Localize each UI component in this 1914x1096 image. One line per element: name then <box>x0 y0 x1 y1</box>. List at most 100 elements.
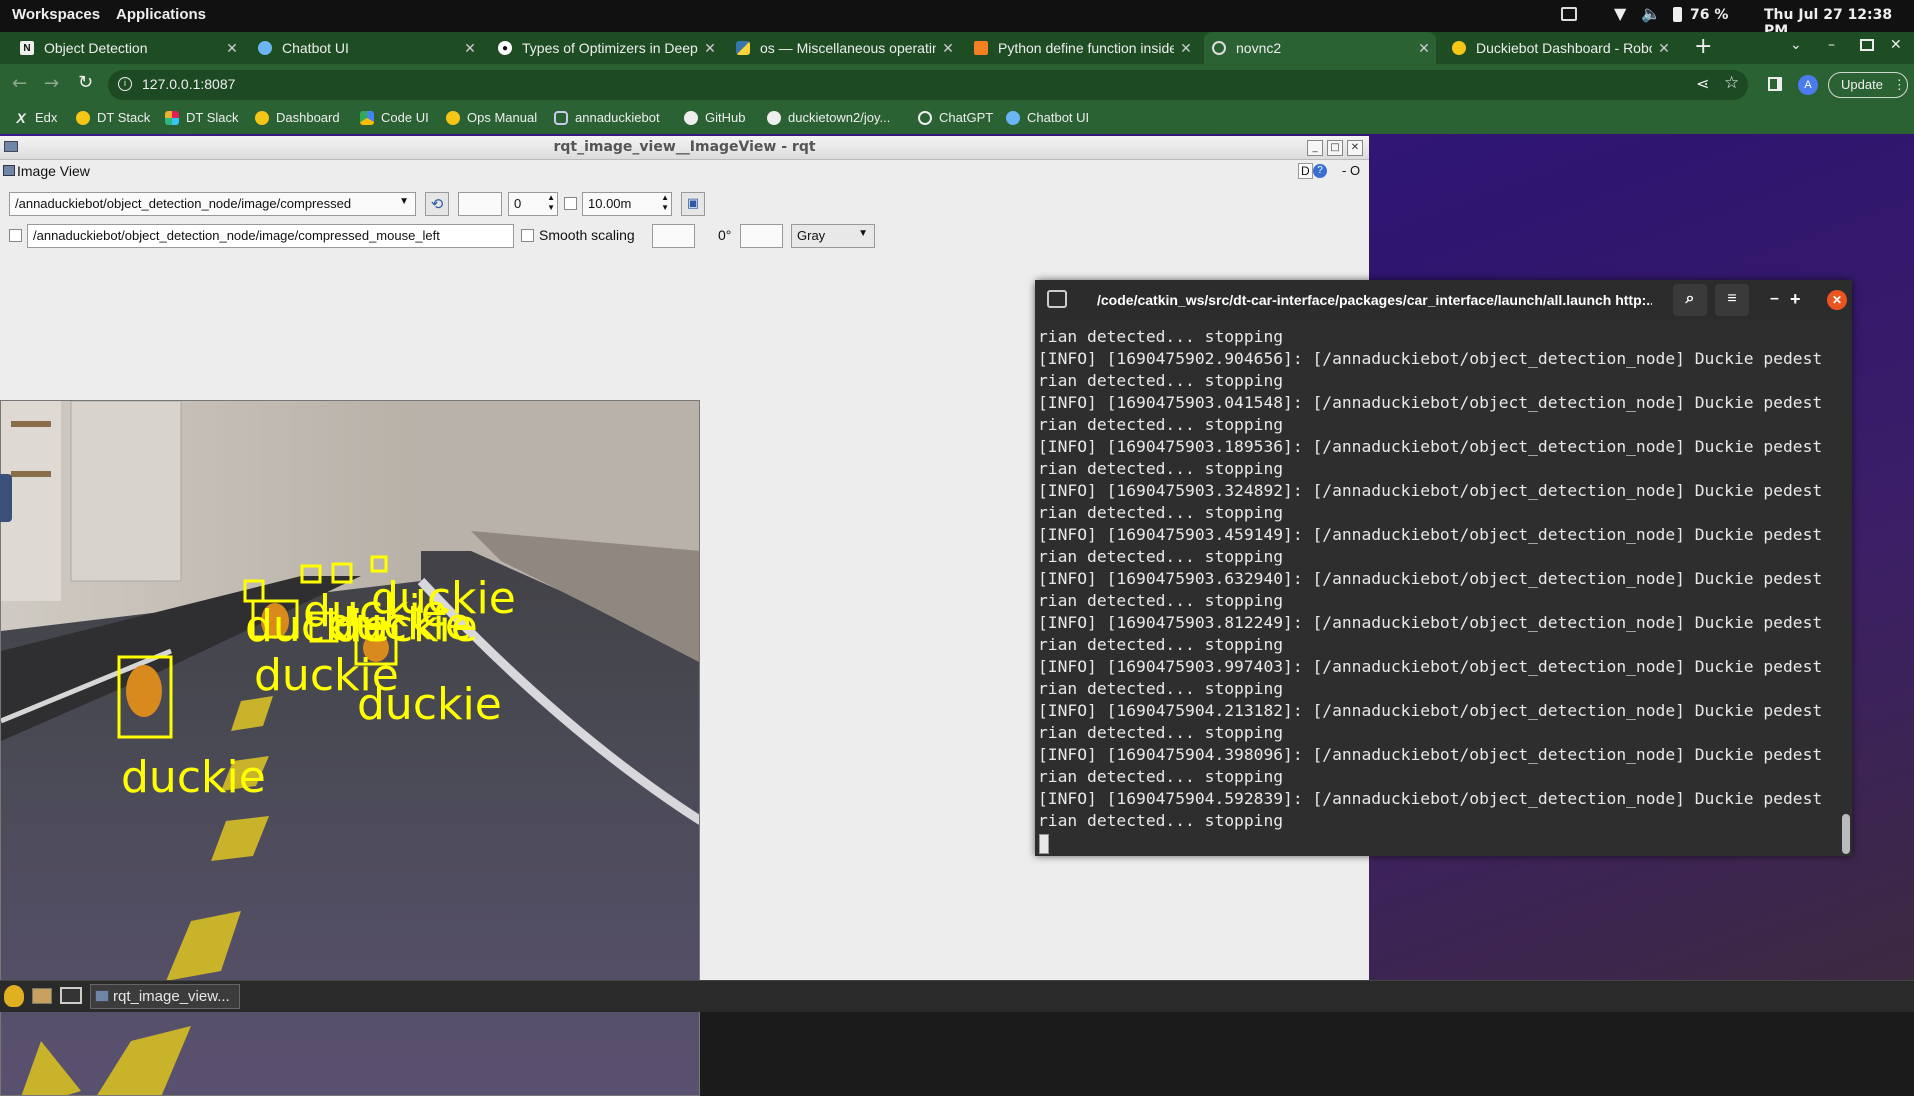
close-tab-icon[interactable]: ✕ <box>698 40 722 57</box>
volume-icon[interactable]: 🔈 <box>1641 4 1661 23</box>
close-terminal-button[interactable]: ✕ <box>1827 290 1847 310</box>
spin-arrows-icon[interactable]: ▲ ▼ <box>661 193 669 213</box>
bookmark-dt-stack[interactable]: DT Stack <box>76 110 150 125</box>
workspaces-menu[interactable]: Workspaces <box>12 6 100 23</box>
bookmark-dashboard[interactable]: Dashboard <box>255 110 340 125</box>
tab-search-icon[interactable]: ⌄ <box>1790 37 1802 53</box>
bookmark-label: DT Stack <box>97 110 151 125</box>
minimize-terminal-button[interactable]: – <box>1770 290 1779 308</box>
drive-icon <box>360 110 374 125</box>
new-tab-button[interactable]: + <box>1694 34 1712 59</box>
duck-icon[interactable] <box>4 985 24 1007</box>
tab-title: Chatbot UI <box>282 40 349 56</box>
bookmark-duckietown2-joy[interactable]: duckietown2/joy... <box>767 110 890 125</box>
bookmark-chatbot-ui[interactable]: Chatbot UI <box>1006 110 1089 125</box>
back-arrow-icon[interactable]: ← <box>12 73 27 94</box>
reload-icon[interactable]: ↻ <box>78 72 93 93</box>
terminal-line: rian detected... stopping <box>1038 767 1284 786</box>
dock-d-button[interactable]: D <box>1298 163 1313 179</box>
close-tab-icon[interactable]: ✕ <box>458 40 482 57</box>
smooth-scaling-checkbox[interactable] <box>521 229 534 242</box>
blank-text-field[interactable] <box>458 192 502 216</box>
tab-types-of-optimizers[interactable]: ● Types of Optimizers in Deep Le ✕ <box>490 32 722 64</box>
kebab-menu-icon: ⋮ <box>1892 77 1906 92</box>
refresh-topics-button[interactable]: ⟲ <box>425 192 449 216</box>
tab-chatbot-ui[interactable]: Chatbot UI ✕ <box>250 32 482 64</box>
bookmark-github[interactable]: GitHub <box>684 110 745 125</box>
bookmark-ops-manual[interactable]: Ops Manual <box>446 110 537 125</box>
forward-arrow-icon[interactable]: → <box>44 73 59 94</box>
close-tab-icon[interactable]: ✕ <box>220 40 244 57</box>
tab-duckiebot-dashboard[interactable]: Duckiebot Dashboard - Robot ✕ <box>1444 32 1676 64</box>
terminal-line: rian detected... stopping <box>1038 327 1284 346</box>
number-spinbox[interactable]: 0 ▲ ▼ <box>508 192 558 216</box>
close-tab-icon[interactable]: ✕ <box>936 40 960 57</box>
detection-label: duckie <box>121 752 266 803</box>
url-text[interactable]: 127.0.0.1:8087 <box>142 76 235 92</box>
mouse-publish-checkbox[interactable] <box>9 229 22 242</box>
maximize-window-button[interactable]: □ <box>1327 140 1343 156</box>
tab-title: Types of Optimizers in Deep Le <box>522 40 698 56</box>
update-button[interactable]: Update ⋮ <box>1828 72 1908 98</box>
tab-object-detection[interactable]: N Object Detection ✕ <box>12 32 244 64</box>
save-image-button[interactable]: ▣ <box>681 192 705 216</box>
max-range-spinbox[interactable]: 10.00m ▲ ▼ <box>582 192 672 216</box>
max-range-value: 10.00m <box>588 196 632 211</box>
restore-browser-button[interactable] <box>1860 39 1874 51</box>
close-tab-icon[interactable]: ✕ <box>1652 40 1676 57</box>
tab-title: os — Miscellaneous operating <box>760 40 936 56</box>
terminal-launcher-icon[interactable] <box>60 987 82 1004</box>
terminal-search-icon[interactable]: ⌕ <box>1673 284 1707 316</box>
terminal-line: rian detected... stopping <box>1038 635 1284 654</box>
share-icon[interactable]: ⋖ <box>1696 74 1709 94</box>
minimize-browser-button[interactable]: – <box>1828 37 1835 53</box>
file-manager-icon[interactable] <box>32 988 52 1004</box>
openai-icon <box>918 110 932 125</box>
bookmark-label: GitHub <box>705 110 746 125</box>
terminal-scrollbar[interactable] <box>1842 814 1850 854</box>
rqt-title-bar[interactable]: rqt_image_view__ImageView - rqt _ □ ✕ <box>0 136 1369 160</box>
maximize-terminal-button[interactable]: + <box>1790 289 1801 310</box>
close-tab-icon[interactable]: ✕ <box>1174 40 1198 57</box>
address-bar[interactable]: i 127.0.0.1:8087 ⋖ ☆ <box>108 70 1748 100</box>
minimize-window-button[interactable]: _ <box>1307 140 1323 156</box>
taskbar-rqt-window-button[interactable]: rqt_image_view... <box>90 984 240 1009</box>
profile-avatar[interactable]: A <box>1798 75 1818 95</box>
bookmark-edx[interactable]: X Edx <box>14 110 57 126</box>
terminal-header-bar[interactable]: /code/catkin_ws/src/dt-car-interface/pac… <box>1035 280 1852 320</box>
panel-options[interactable]: - O <box>1342 163 1360 178</box>
terminal-output[interactable]: rian detected... stopping [INFO] [1690475… <box>1038 326 1838 856</box>
tab-python-define-function[interactable]: Python define function inside ✕ <box>966 32 1198 64</box>
range-checkbox[interactable] <box>564 197 577 210</box>
color-scheme-select[interactable]: Gray ▼ <box>791 224 875 248</box>
topic-select[interactable]: /annaduckiebot/object_detection_node/ima… <box>9 192 416 216</box>
side-panel-handle[interactable] <box>0 474 12 522</box>
new-terminal-tab-icon[interactable] <box>1047 290 1067 308</box>
bookmark-label: Ops Manual <box>467 110 538 125</box>
hamburger-menu-icon[interactable]: ≡ <box>1715 284 1749 316</box>
close-browser-button[interactable]: ✕ <box>1890 37 1902 53</box>
bookmark-code-ui[interactable]: Code UI <box>360 110 429 125</box>
rotate-right-button[interactable] <box>740 224 783 248</box>
bookmark-label: Code UI <box>381 110 429 125</box>
applications-menu[interactable]: Applications <box>116 6 206 23</box>
mouse-topic-field[interactable]: /annaduckiebot/object_detection_node/ima… <box>27 224 514 248</box>
bookmark-star-icon[interactable]: ☆ <box>1724 73 1739 93</box>
terminal-line: rian detected... stopping <box>1038 811 1284 830</box>
wifi-icon[interactable]: ▼ <box>1614 4 1626 23</box>
screen-share-icon[interactable] <box>1561 7 1577 21</box>
tab-novnc2[interactable]: novnc2 ✕ <box>1204 32 1436 64</box>
close-tab-icon[interactable]: ✕ <box>1412 40 1436 57</box>
bookmark-annaduckiebot[interactable]: annaduckiebot <box>554 110 660 125</box>
bookmark-chatgpt[interactable]: ChatGPT <box>918 110 993 125</box>
robot-icon <box>554 110 568 125</box>
close-window-button[interactable]: ✕ <box>1347 140 1363 156</box>
tab-os-misc[interactable]: os — Miscellaneous operating ✕ <box>728 32 960 64</box>
spin-arrows-icon[interactable]: ▲ ▼ <box>547 193 555 213</box>
rotate-left-button[interactable] <box>652 224 695 248</box>
terminal-line: [INFO] [1690475903.459149]: [/annaduckie… <box>1038 525 1823 544</box>
site-info-icon[interactable]: i <box>118 77 132 91</box>
side-panel-icon[interactable] <box>1768 77 1782 91</box>
help-icon[interactable]: ? <box>1313 164 1327 178</box>
bookmark-dt-slack[interactable]: DT Slack <box>165 110 239 125</box>
